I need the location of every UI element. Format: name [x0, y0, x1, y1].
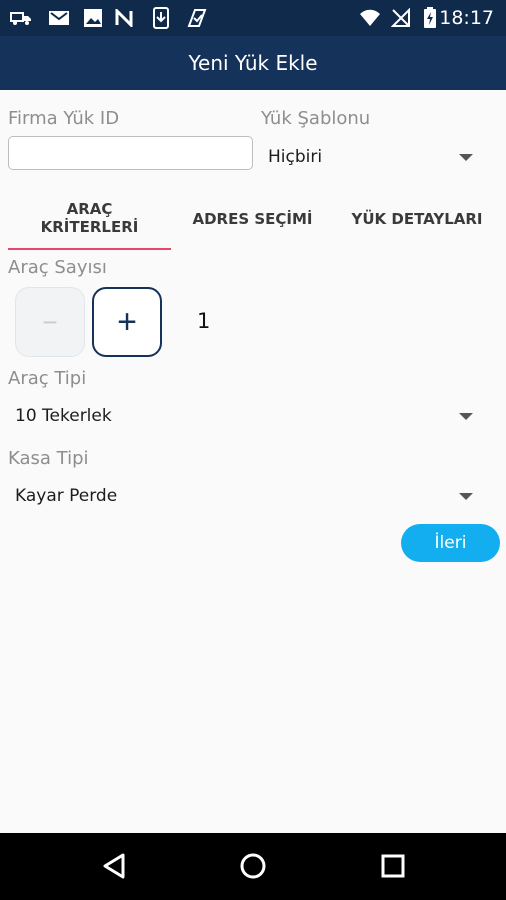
minus-icon: − [42, 306, 58, 337]
yuk-sablonu-label: Yük Şablonu [261, 108, 371, 129]
yuk-sablonu-value: Hiçbiri [268, 147, 323, 167]
home-icon[interactable] [231, 846, 275, 886]
arac-tipi-value: 10 Tekerlek [15, 406, 112, 426]
recents-icon[interactable] [371, 846, 415, 886]
firma-yuk-id-field[interactable] [8, 136, 253, 170]
arac-sayisi-value: 1 [197, 309, 211, 333]
wifi-icon [359, 7, 381, 29]
system-nav-bar [0, 833, 506, 900]
tab-arac-kriterleri-label-line1: ARAÇ [66, 200, 113, 218]
kasa-tipi-select[interactable]: Kayar Perde [8, 478, 486, 512]
arac-sayisi-label: Araç Sayısı [8, 257, 107, 278]
next-button[interactable]: İleri [401, 524, 500, 562]
app-bar: Yeni Yük Ekle [0, 36, 506, 90]
tab-arac-kriterleri[interactable]: ARAÇ KRİTERLERİ [8, 200, 171, 236]
n-app-icon [115, 7, 137, 29]
check-flag-icon [186, 7, 208, 29]
kasa-tipi-label: Kasa Tipi [8, 448, 89, 469]
status-bar: 18:17 [0, 0, 506, 36]
tab-active-indicator [8, 248, 171, 250]
firma-yuk-id-input[interactable] [9, 137, 252, 169]
image-icon [82, 7, 104, 29]
page-title: Yeni Yük Ekle [188, 51, 318, 75]
increment-button[interactable]: + [92, 287, 162, 357]
chevron-down-icon [459, 493, 473, 500]
tab-arac-kriterleri-label-line2: KRİTERLERİ [40, 218, 139, 236]
arac-tipi-select[interactable]: 10 Tekerlek [8, 398, 486, 432]
download-icon [150, 7, 172, 29]
plus-icon: + [117, 302, 137, 341]
kasa-tipi-value: Kayar Perde [15, 486, 118, 506]
firma-yuk-id-label: Firma Yük ID [8, 108, 120, 129]
arac-tipi-label: Araç Tipi [8, 368, 87, 389]
status-time: 18:17 [439, 7, 494, 29]
battery-icon [419, 7, 441, 29]
no-signal-icon [390, 7, 412, 29]
back-icon[interactable] [92, 846, 136, 886]
yuk-sablonu-select[interactable]: Hiçbiri [261, 140, 486, 174]
tab-adres-secimi[interactable]: ADRES SEÇİMİ [180, 210, 325, 228]
chevron-down-icon [459, 413, 473, 420]
tab-yuk-detaylari[interactable]: YÜK DETAYLARI [340, 210, 494, 228]
gmail-icon [48, 7, 70, 29]
truck-icon [10, 7, 32, 29]
decrement-button[interactable]: − [15, 287, 85, 357]
chevron-down-icon [459, 154, 473, 161]
